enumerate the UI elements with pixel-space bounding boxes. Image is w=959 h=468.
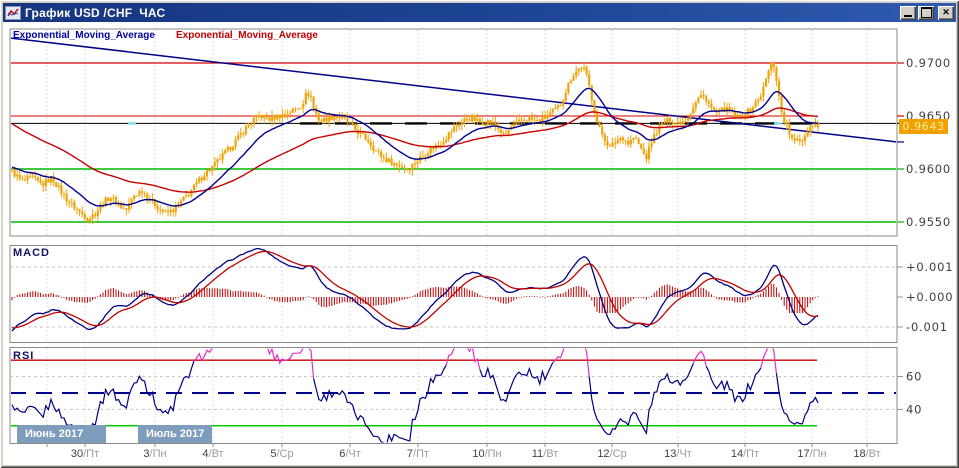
date-label: 18/Вт xyxy=(853,448,880,460)
chart-content[interactable]: 0.97000.96500.96000.9550+0.001+0.000-0.0… xyxy=(3,22,956,465)
macd-axis-label: -0.001 xyxy=(906,320,948,334)
rsi-line-segment xyxy=(589,364,693,435)
macd-axis-label: +0.001 xyxy=(906,260,953,274)
rsi-line-segment xyxy=(761,344,777,373)
chart-icon xyxy=(5,6,21,20)
price-axis-label: 0.9550 xyxy=(906,215,951,229)
date-label: 13/Чт xyxy=(664,448,692,460)
price-axis-label: 0.9700 xyxy=(906,56,951,70)
title-bar[interactable]: График USD /CHF ЧАС ✕ xyxy=(3,3,956,22)
rsi-line-segment xyxy=(693,351,706,366)
rsi-line-segment xyxy=(194,344,314,379)
maximize-icon[interactable] xyxy=(918,6,934,20)
minimize-icon[interactable] xyxy=(900,6,916,20)
macd-axis-label: +0.000 xyxy=(906,290,953,304)
rsi-line-segment xyxy=(314,365,447,445)
month-label-july: Июль 2017 xyxy=(138,425,212,443)
macd-signal-line xyxy=(12,251,818,328)
ema-slow-label: Exponential_Moving_Average xyxy=(176,30,318,42)
time-axis: 30/Пт 3/Пн 4/Вт 5/Ср 6/Чт 7/Пт 10/Пн 11/Вт 12/Ср… xyxy=(47,444,881,461)
candle-bodies xyxy=(12,63,818,221)
chart-window: График USD /CHF ЧАС ✕ 0.97000.96500.9600… xyxy=(0,0,959,468)
month-label-june: Июнь 2017 xyxy=(17,425,106,443)
date-label: 17/Пн xyxy=(797,448,826,460)
date-label: 14/Пт xyxy=(731,448,759,460)
rsi-axis-label: 60 xyxy=(906,370,922,384)
date-label: 6/Чт xyxy=(339,448,361,460)
rsi-panel-label: RSI xyxy=(13,350,34,362)
date-label: 12/Ср xyxy=(597,448,626,460)
date-label: 4/Вт xyxy=(202,448,223,460)
date-label: 30/Пт xyxy=(71,448,99,460)
rsi-line-segment xyxy=(706,366,761,401)
chart-canvas[interactable]: 0.97000.96500.96000.9550+0.001+0.000-0.0… xyxy=(3,22,956,465)
ema-fast-label: Exponential_Moving_Average xyxy=(13,30,155,42)
current-price-tag: 0.9643 xyxy=(899,119,948,134)
window-controls: ✕ xyxy=(900,6,954,20)
window-title: График USD /CHF ЧАС xyxy=(25,6,896,20)
price-axis-label: 0.9600 xyxy=(906,162,951,176)
date-label: 11/Вт xyxy=(532,448,559,460)
rsi-line-segment xyxy=(480,363,553,402)
close-icon[interactable]: ✕ xyxy=(938,6,954,20)
price-axis: 0.97000.96500.96000.9550+0.001+0.000-0.0… xyxy=(897,56,953,416)
macd-layer xyxy=(10,249,897,331)
macd-line xyxy=(12,249,818,331)
macd-panel-label: MACD xyxy=(13,247,50,259)
date-label: 10/Пн xyxy=(472,448,501,460)
main-chart-layer xyxy=(10,38,897,224)
rsi-axis-label: 40 xyxy=(906,402,922,416)
ema-fast-line xyxy=(12,88,818,206)
date-label: 7/Пт xyxy=(407,448,429,460)
date-label: 3/Пн xyxy=(143,448,166,460)
date-label: 5/Ср xyxy=(270,448,293,460)
